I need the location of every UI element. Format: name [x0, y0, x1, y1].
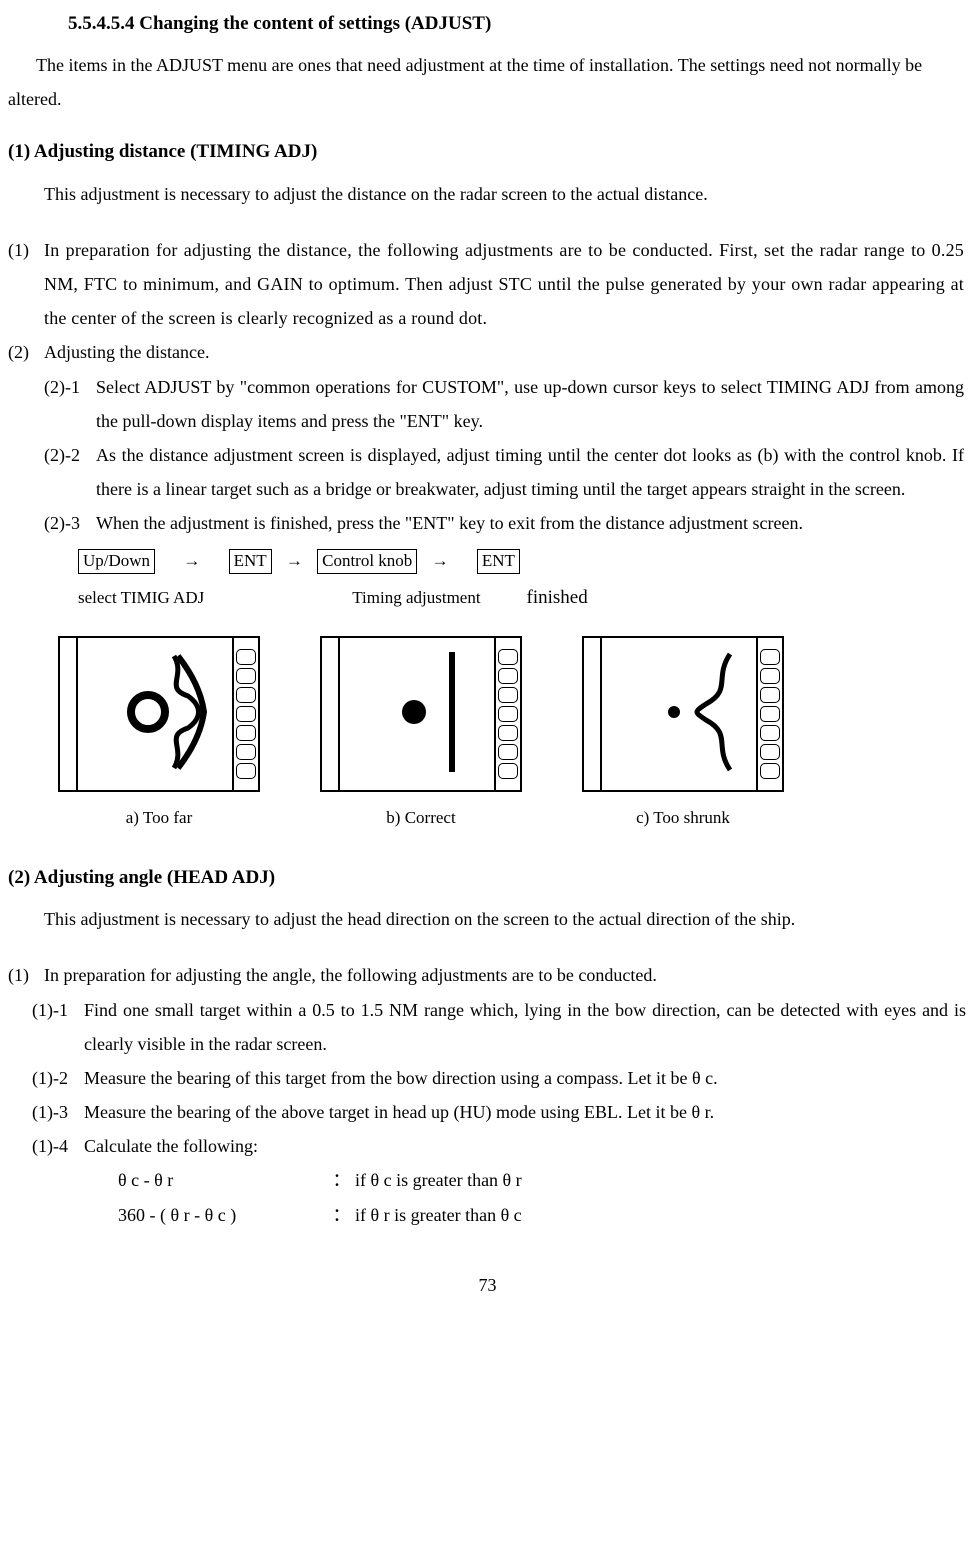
flow-label-1: select TIMIG ADJ	[78, 582, 348, 614]
subsection-2-body: This adjustment is necessary to adjust t…	[44, 902, 967, 936]
list-num-1: (1)	[8, 233, 44, 267]
panel-button	[760, 649, 780, 665]
sublist-num-12: (1)-2	[32, 1061, 84, 1095]
sublist-num-11: (1)-1	[32, 993, 84, 1027]
intro-paragraph: The items in the ADJUST menu are ones th…	[8, 48, 967, 116]
flow-label-3: finished	[527, 587, 588, 608]
list-num-s2-1: (1)	[8, 958, 44, 992]
sublist-body-14: Calculate the following:	[84, 1129, 966, 1163]
panel-button	[498, 649, 518, 665]
flow-labels: select TIMIG ADJ Timing adjustment finis…	[78, 580, 967, 616]
sublist-num-22: (2)-2	[44, 438, 96, 472]
panel-button	[760, 725, 780, 741]
panel-button	[760, 706, 780, 722]
radar-diagram-a	[78, 638, 232, 786]
diagram-c-caption: c) Too shrunk	[636, 802, 730, 834]
flow-box-ent1: ENT	[229, 549, 272, 573]
panel-button	[236, 668, 256, 684]
list-body-2: Adjusting the distance.	[44, 335, 964, 369]
diagram-c: c) Too shrunk	[582, 636, 784, 834]
panel-button	[760, 668, 780, 684]
diagram-a-caption: a) Too far	[126, 802, 192, 834]
diagram-b-caption: b) Correct	[386, 802, 455, 834]
subsection-1-body: This adjustment is necessary to adjust t…	[44, 177, 967, 211]
list-num-2: (2)	[8, 335, 44, 369]
panel-button	[498, 668, 518, 684]
panel-button	[236, 706, 256, 722]
panel-button	[236, 687, 256, 703]
panel-button	[498, 763, 518, 779]
sublist-body-13: Measure the bearing of the above target …	[84, 1095, 966, 1129]
sublist-num-21: (2)-1	[44, 370, 96, 404]
radar-diagram-c	[602, 638, 756, 786]
sublist-num-14: (1)-4	[32, 1129, 84, 1163]
arrow-icon: →	[422, 545, 459, 577]
intro-text: The items in the ADJUST menu are ones th…	[8, 55, 922, 109]
radar-diagram-b	[340, 638, 494, 786]
flow-box-control-knob: Control knob	[317, 549, 417, 573]
flow-label-2: Timing adjustment	[352, 582, 522, 614]
diagram-a: a) Too far	[58, 636, 260, 834]
sublist-body-12: Measure the bearing of this target from …	[84, 1061, 966, 1095]
panel-button	[498, 687, 518, 703]
list-body-1: In preparation for adjusting the distanc…	[44, 233, 964, 336]
panel-button	[498, 744, 518, 760]
panel-button	[760, 687, 780, 703]
subsection-1-title: (1) Adjusting distance (TIMING ADJ)	[8, 134, 967, 170]
flow-box-ent2: ENT	[477, 549, 520, 573]
sublist-body-21: Select ADJUST by "common operations for …	[96, 370, 964, 438]
sublist-num-23: (2)-3	[44, 506, 96, 540]
panel-button	[236, 649, 256, 665]
calc-expr-2: 360 - ( θ r - θ c )	[118, 1198, 328, 1232]
section-heading: 5.5.4.5.4 Changing the content of settin…	[68, 6, 967, 42]
panel-button	[498, 706, 518, 722]
panel-button	[498, 725, 518, 741]
sublist-num-13: (1)-3	[32, 1095, 84, 1129]
calc-cond-1: ： if θ c is greater than θ r	[333, 1170, 522, 1190]
sublist-body-22: As the distance adjustment screen is dis…	[96, 438, 964, 506]
flow-box-updown: Up/Down	[78, 549, 155, 573]
calc-expr-1: θ c - θ r	[118, 1163, 328, 1197]
list-body-s2-1: In preparation for adjusting the angle, …	[44, 958, 964, 992]
panel-button	[236, 744, 256, 760]
diagram-row: a) Too far b) Correct	[58, 636, 967, 834]
flow-sequence: Up/Down → ENT → Control knob → ENT	[78, 544, 967, 577]
subsection-2-title: (2) Adjusting angle (HEAD ADJ)	[8, 860, 967, 896]
diagram-b: b) Correct	[320, 636, 522, 834]
panel-button	[236, 763, 256, 779]
panel-button	[236, 725, 256, 741]
sublist-body-23: When the adjustment is finished, press t…	[96, 506, 964, 540]
sublist-body-11: Find one small target within a 0.5 to 1.…	[84, 993, 966, 1061]
calc-cond-2: ： if θ r is greater than θ c	[333, 1205, 522, 1225]
panel-button	[760, 763, 780, 779]
page-number: 73	[8, 1268, 967, 1302]
arrow-icon: →	[159, 545, 224, 577]
panel-button	[760, 744, 780, 760]
arrow-icon: →	[276, 545, 313, 577]
